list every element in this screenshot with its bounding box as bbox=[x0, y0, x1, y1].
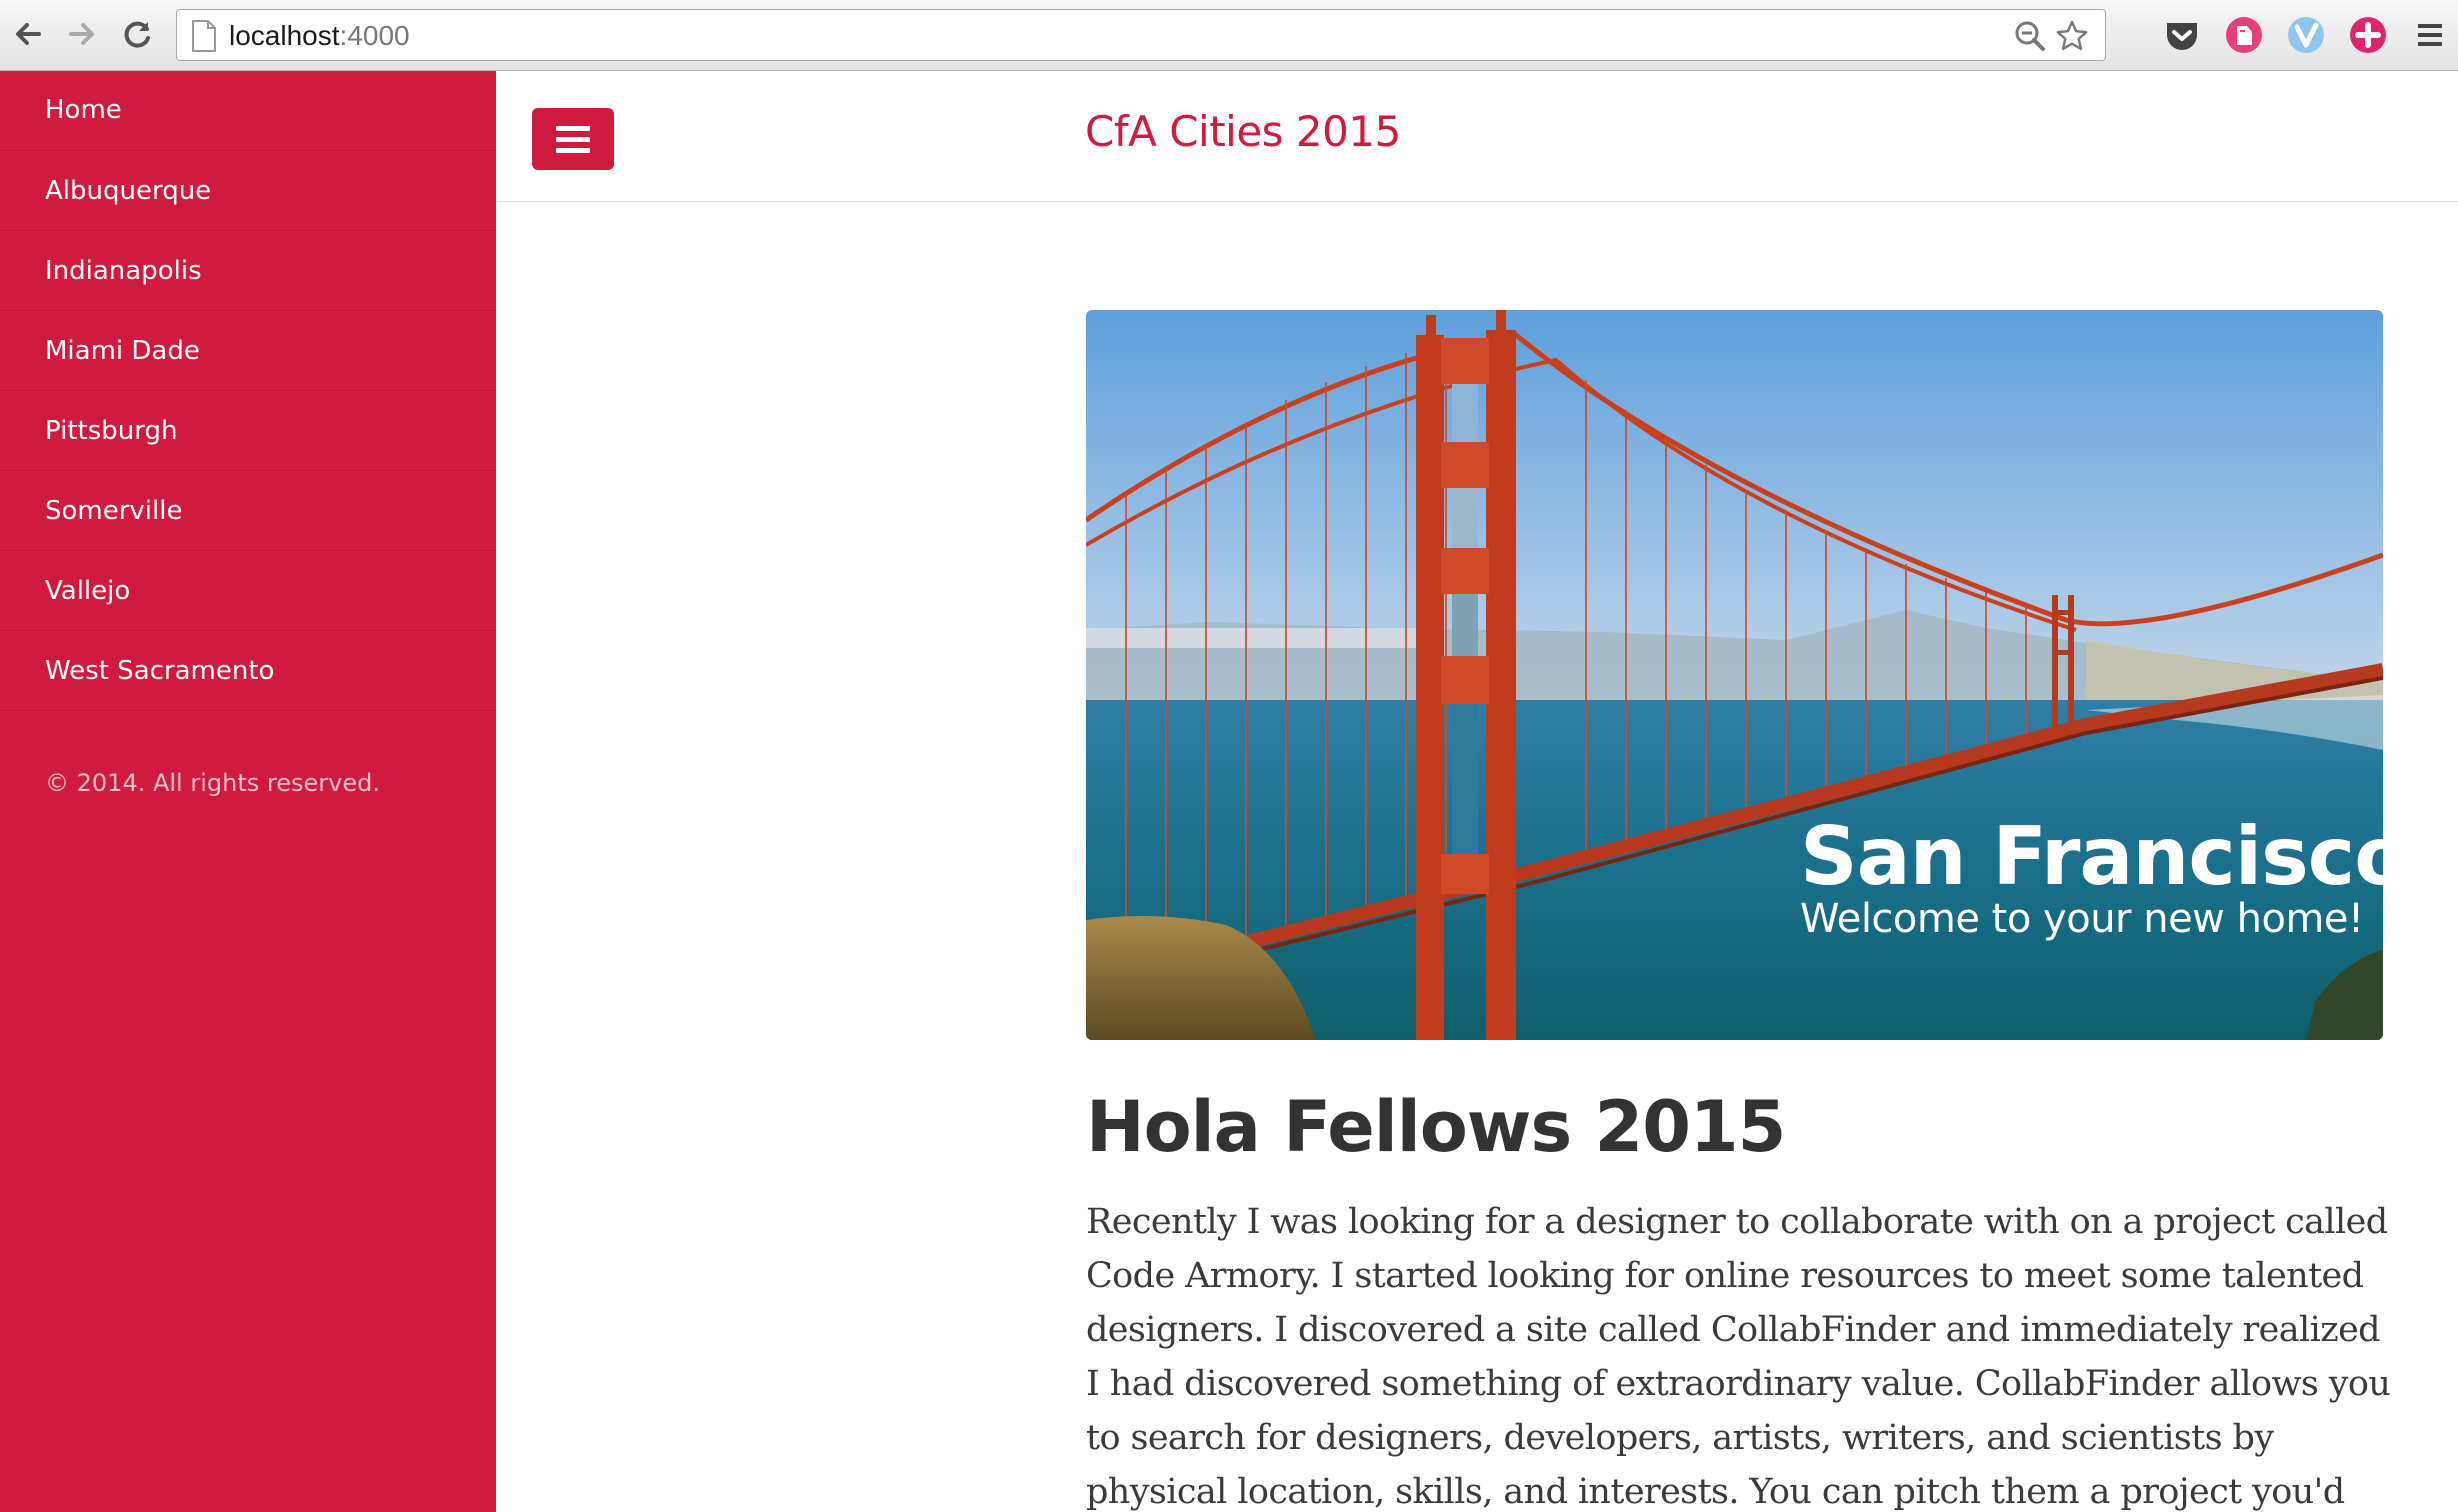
extension-v-icon[interactable] bbox=[2286, 15, 2326, 55]
forward-arrow-icon[interactable] bbox=[62, 14, 102, 54]
sidebar-item-pittsburgh[interactable]: Pittsburgh bbox=[0, 391, 496, 471]
url-text[interactable]: localhost:4000 bbox=[229, 20, 410, 52]
back-arrow-icon[interactable] bbox=[8, 14, 48, 54]
bookmark-star-icon[interactable] bbox=[2055, 19, 2089, 53]
sidebar: Home Albuquerque Indianapolis Miami Dade… bbox=[0, 71, 496, 1512]
hero-banner: San Francisco Welcome to your new home! bbox=[1086, 310, 2383, 1040]
url-port: :4000 bbox=[339, 20, 410, 51]
sidebar-item-west-sacramento[interactable]: West Sacramento bbox=[0, 631, 496, 711]
address-bar[interactable]: localhost:4000 bbox=[176, 9, 2106, 61]
sidebar-item-indianapolis[interactable]: Indianapolis bbox=[0, 231, 496, 311]
pocket-icon[interactable] bbox=[2162, 15, 2202, 55]
hero-subtitle: Welcome to your new home! bbox=[1800, 896, 2364, 942]
sidebar-item-vallejo[interactable]: Vallejo bbox=[0, 551, 496, 631]
evernote-icon[interactable] bbox=[2224, 15, 2264, 55]
plus-extension-icon[interactable] bbox=[2348, 15, 2388, 55]
sidebar-item-somerville[interactable]: Somerville bbox=[0, 471, 496, 551]
url-host: localhost bbox=[229, 20, 340, 51]
reload-icon[interactable] bbox=[118, 14, 158, 54]
page-icon bbox=[192, 20, 216, 52]
zoom-icon[interactable] bbox=[2013, 19, 2047, 53]
hero-title: San Francisco bbox=[1800, 810, 2383, 903]
post-body: Recently I was looking for a designer to… bbox=[1086, 1202, 2391, 1512]
sidebar-item-albuquerque[interactable]: Albuquerque bbox=[0, 151, 496, 231]
sidebar-item-miami-dade[interactable]: Miami Dade bbox=[0, 311, 496, 391]
hamburger-icon[interactable] bbox=[532, 108, 614, 170]
post-title: Hola Fellows 2015 bbox=[1086, 1086, 1786, 1168]
page-header: CfA Cities 2015 bbox=[496, 71, 2458, 202]
copyright-text: © 2014. All rights reserved. bbox=[45, 769, 380, 797]
browser-toolbar: localhost:4000 bbox=[0, 0, 2458, 71]
sidebar-item-home[interactable]: Home bbox=[0, 71, 496, 151]
menu-icon[interactable] bbox=[2410, 15, 2450, 55]
site-title[interactable]: CfA Cities 2015 bbox=[1085, 107, 1401, 156]
